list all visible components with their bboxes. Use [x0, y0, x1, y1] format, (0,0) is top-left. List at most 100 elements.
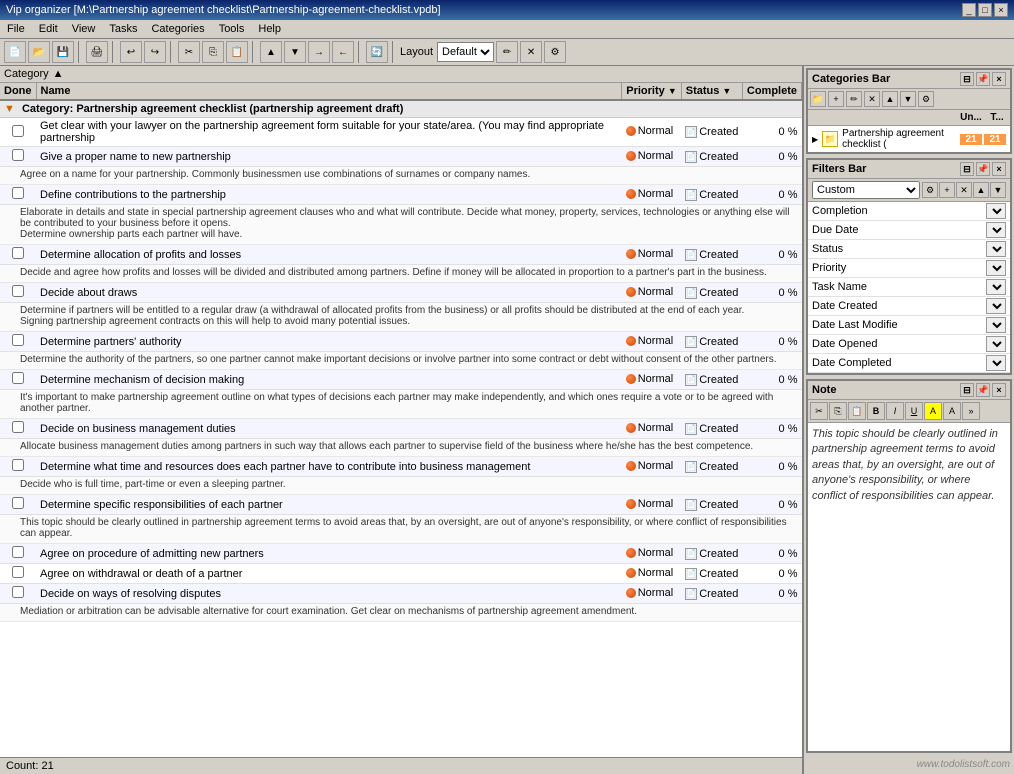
note-copy[interactable]: ⎘ — [829, 402, 847, 420]
menu-tasks[interactable]: Tasks — [106, 22, 140, 36]
filter-preset-select[interactable]: Custom — [812, 181, 920, 199]
tb-cut-button[interactable]: ✂ — [178, 41, 200, 63]
tb-delete-layout-button[interactable]: ✕ — [520, 41, 542, 63]
task-checkbox-cell[interactable] — [0, 283, 36, 303]
task-checkbox-cell[interactable] — [0, 185, 36, 205]
menu-file[interactable]: File — [4, 22, 28, 36]
task-checkbox[interactable] — [12, 334, 24, 346]
filter-tb-5[interactable]: ▼ — [990, 182, 1006, 198]
task-checkbox-cell[interactable] — [0, 457, 36, 477]
task-checkbox[interactable] — [12, 247, 24, 259]
note-italic[interactable]: I — [886, 402, 904, 420]
task-checkbox[interactable] — [12, 125, 24, 137]
maximize-button[interactable]: □ — [978, 3, 992, 17]
filter-panel-close[interactable]: × — [992, 162, 1006, 176]
filter-field-select[interactable]: ▼ — [986, 222, 1006, 238]
filter-field-select[interactable]: ▼ — [986, 336, 1006, 352]
task-checkbox-cell[interactable] — [0, 370, 36, 390]
titlebar-controls[interactable]: _ □ × — [962, 3, 1008, 17]
note-panel-close[interactable]: × — [992, 383, 1006, 397]
task-checkbox[interactable] — [12, 187, 24, 199]
menu-edit[interactable]: Edit — [36, 22, 61, 36]
category-collapse-icon[interactable]: ▼ — [4, 103, 15, 115]
filter-tb-2[interactable]: + — [939, 182, 955, 198]
cat-tb-3[interactable]: ✏ — [846, 91, 862, 107]
task-checkbox-cell[interactable] — [0, 147, 36, 167]
filter-field-select[interactable]: ▼ — [986, 355, 1006, 371]
menu-categories[interactable]: Categories — [148, 22, 207, 36]
col-name[interactable]: Name — [36, 83, 622, 100]
task-checkbox-cell[interactable] — [0, 544, 36, 564]
task-checkbox[interactable] — [12, 566, 24, 578]
note-panel-restore[interactable]: ⊟ — [960, 383, 974, 397]
tb-layout-options-button[interactable]: ⚙ — [544, 41, 566, 63]
tb-refresh-button[interactable]: 🔄 — [366, 41, 388, 63]
tb-print-button[interactable]: 🖨 — [86, 41, 108, 63]
tb-open-button[interactable]: 📂 — [28, 41, 50, 63]
task-checkbox[interactable] — [12, 149, 24, 161]
task-checkbox-cell[interactable] — [0, 245, 36, 265]
cat-tb-1[interactable]: 📁 — [810, 91, 826, 107]
task-checkbox[interactable] — [12, 586, 24, 598]
layout-selector[interactable]: Layout Default — [400, 42, 494, 62]
tb-outdent-button[interactable]: ← — [332, 41, 354, 63]
note-panel-pin[interactable]: 📌 — [976, 383, 990, 397]
note-expand[interactable]: » — [962, 402, 980, 420]
filter-tb-1[interactable]: ⚙ — [922, 182, 938, 198]
menu-tools[interactable]: Tools — [216, 22, 248, 36]
cat-panel-restore[interactable]: ⊟ — [960, 72, 974, 86]
task-checkbox-cell[interactable] — [0, 495, 36, 515]
tb-copy-button[interactable]: ⎘ — [202, 41, 224, 63]
task-checkbox[interactable] — [12, 459, 24, 471]
filter-panel-restore[interactable]: ⊟ — [960, 162, 974, 176]
close-button[interactable]: × — [994, 3, 1008, 17]
tb-indent-button[interactable]: → — [308, 41, 330, 63]
layout-select[interactable]: Default — [437, 42, 494, 62]
tb-undo-button[interactable]: ↩ — [120, 41, 142, 63]
cat-tb-6[interactable]: ▼ — [900, 91, 916, 107]
note-underline[interactable]: U — [905, 402, 923, 420]
minimize-button[interactable]: _ — [962, 3, 976, 17]
tb-redo-button[interactable]: ↪ — [144, 41, 166, 63]
note-color[interactable]: A — [943, 402, 961, 420]
note-cut[interactable]: ✂ — [810, 402, 828, 420]
priority-filter-icon[interactable]: ▼ — [668, 86, 677, 96]
note-bold[interactable]: B — [867, 402, 885, 420]
category-item[interactable]: ▶ 📁 Partnership agreement checklist ( 21… — [808, 126, 1010, 152]
note-panel-controls[interactable]: ⊟ 📌 × — [960, 383, 1006, 397]
menu-view[interactable]: View — [69, 22, 99, 36]
filters-panel-controls[interactable]: ⊟ 📌 × — [960, 162, 1006, 176]
task-checkbox-cell[interactable] — [0, 419, 36, 439]
tb-edit-layout-button[interactable]: ✏ — [496, 41, 518, 63]
tb-down-button[interactable]: ▼ — [284, 41, 306, 63]
filter-field-select[interactable]: ▼ — [986, 279, 1006, 295]
status-filter-icon[interactable]: ▼ — [722, 86, 731, 96]
col-status[interactable]: Status ▼ — [681, 83, 742, 100]
menu-help[interactable]: Help — [255, 22, 284, 36]
task-checkbox[interactable] — [12, 372, 24, 384]
tb-new-button[interactable]: 📄 — [4, 41, 26, 63]
task-checkbox-cell[interactable] — [0, 118, 36, 147]
filter-tb-4[interactable]: ▲ — [973, 182, 989, 198]
tb-up-button[interactable]: ▲ — [260, 41, 282, 63]
task-checkbox[interactable] — [12, 497, 24, 509]
task-checkbox-cell[interactable] — [0, 584, 36, 604]
cat-panel-close[interactable]: × — [992, 72, 1006, 86]
filter-field-select[interactable]: ▼ — [986, 260, 1006, 276]
filter-field-select[interactable]: ▼ — [986, 298, 1006, 314]
note-bgcolor[interactable]: A — [924, 402, 942, 420]
cat-tb-2[interactable]: + — [828, 91, 844, 107]
cat-tb-7[interactable]: ⚙ — [918, 91, 934, 107]
categories-panel-controls[interactable]: ⊟ 📌 × — [960, 72, 1006, 86]
category-sort-icon[interactable]: ▲ — [53, 68, 64, 80]
filter-field-select[interactable]: ▼ — [986, 241, 1006, 257]
task-checkbox[interactable] — [12, 421, 24, 433]
filter-panel-pin[interactable]: 📌 — [976, 162, 990, 176]
tb-paste-button[interactable]: 📋 — [226, 41, 248, 63]
task-checkbox[interactable] — [12, 285, 24, 297]
cat-tb-5[interactable]: ▲ — [882, 91, 898, 107]
tb-save-button[interactable]: 💾 — [52, 41, 74, 63]
cat-tb-4[interactable]: ✕ — [864, 91, 880, 107]
task-checkbox-cell[interactable] — [0, 564, 36, 584]
cat-panel-pin[interactable]: 📌 — [976, 72, 990, 86]
